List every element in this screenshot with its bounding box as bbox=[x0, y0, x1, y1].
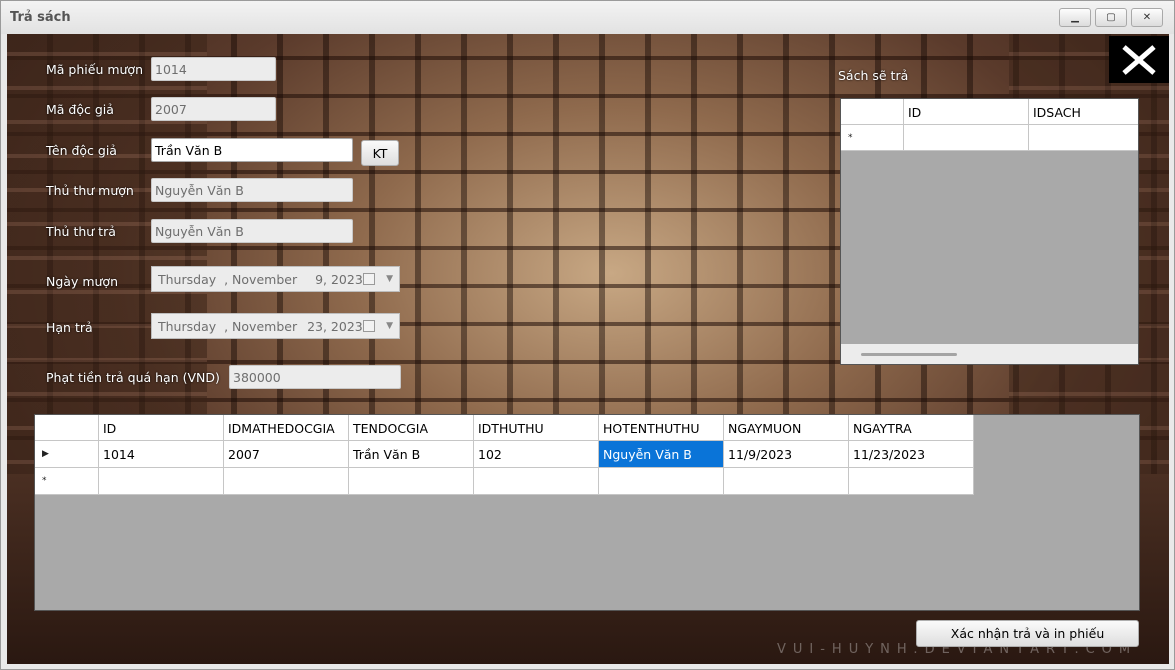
minimize-button[interactable]: ▁ bbox=[1059, 8, 1091, 27]
close-button[interactable]: ✕ bbox=[1131, 8, 1163, 27]
table-cell[interactable]: 1014 bbox=[99, 441, 224, 468]
books-grid[interactable]: ID IDSACH * bbox=[840, 98, 1139, 365]
ma-phieu-muon-field[interactable]: 1014 bbox=[151, 57, 276, 81]
books-grid-header: ID IDSACH bbox=[841, 99, 1138, 125]
table-cell-selected[interactable]: Nguyễn Văn B bbox=[599, 441, 724, 468]
table-cell[interactable]: 11/9/2023 bbox=[724, 441, 849, 468]
column-header[interactable]: IDMATHEDOCGIA bbox=[224, 415, 349, 441]
han-tra-day: Thursday bbox=[158, 319, 217, 334]
column-header[interactable]: ID bbox=[904, 99, 1029, 125]
main-grid-header: ID IDMATHEDOCGIA TENDOCGIA IDTHUTHU HOTE… bbox=[35, 415, 974, 441]
column-header[interactable]: ID bbox=[99, 415, 224, 441]
form-client-area: Mã phiếu mượn 1014 Mã độc giả 2007 Tên đ… bbox=[7, 34, 1169, 664]
han-tra-date: 23, 2023 bbox=[307, 319, 363, 334]
new-row-marker: * bbox=[35, 468, 99, 495]
row-header-corner bbox=[35, 415, 99, 441]
calendar-checkbox-icon[interactable] bbox=[363, 273, 375, 285]
column-header[interactable]: HOTENTHUTHU bbox=[599, 415, 724, 441]
minimize-icon: ▁ bbox=[1071, 11, 1079, 23]
table-cell[interactable] bbox=[99, 468, 224, 495]
column-header[interactable]: TENDOCGIA bbox=[349, 415, 474, 441]
han-tra-datepicker[interactable]: Thursday , November 23, 2023 ▼ bbox=[151, 313, 400, 339]
close-form-button[interactable] bbox=[1109, 36, 1169, 83]
table-row[interactable]: ▶ 1014 2007 Trần Văn B 102 Nguyễn Văn B … bbox=[35, 441, 974, 468]
ngay-muon-month: , November bbox=[224, 272, 298, 287]
table-cell[interactable] bbox=[904, 125, 1029, 151]
current-row-marker: ▶ bbox=[35, 441, 99, 468]
table-cell[interactable]: 102 bbox=[474, 441, 599, 468]
calendar-checkbox-icon[interactable] bbox=[363, 320, 375, 332]
table-cell[interactable]: 11/23/2023 bbox=[849, 441, 974, 468]
ma-doc-gia-field[interactable]: 2007 bbox=[151, 97, 276, 121]
column-header[interactable]: IDSACH bbox=[1029, 99, 1138, 125]
chevron-down-icon[interactable]: ▼ bbox=[386, 321, 393, 331]
ngay-muon-date: 9, 2023 bbox=[315, 272, 363, 287]
table-cell[interactable] bbox=[849, 468, 974, 495]
table-cell[interactable]: 2007 bbox=[224, 441, 349, 468]
thu-thu-tra-label: Thủ thư trả bbox=[46, 224, 116, 239]
close-x-icon bbox=[1122, 44, 1156, 75]
scrollbar-thumb[interactable] bbox=[861, 353, 957, 356]
new-row-marker: * bbox=[841, 125, 904, 151]
phat-tien-label: Phạt tiền trả quá hạn (VND) bbox=[46, 370, 220, 385]
table-row[interactable]: * bbox=[35, 468, 974, 495]
chevron-down-icon[interactable]: ▼ bbox=[386, 274, 393, 284]
table-cell[interactable] bbox=[599, 468, 724, 495]
kt-button[interactable]: KT bbox=[361, 140, 399, 166]
thu-thu-muon-field[interactable]: Nguyễn Văn B bbox=[151, 178, 353, 202]
han-tra-label: Hạn trả bbox=[46, 320, 93, 335]
row-header-corner bbox=[841, 99, 904, 125]
column-header[interactable]: IDTHUTHU bbox=[474, 415, 599, 441]
title-bar: Trả sách ▁ ▢ ✕ bbox=[1, 1, 1174, 34]
ten-doc-gia-label: Tên độc giả bbox=[46, 143, 117, 158]
maximize-button[interactable]: ▢ bbox=[1095, 8, 1127, 27]
phat-tien-field[interactable]: 380000 bbox=[229, 365, 401, 389]
maximize-icon: ▢ bbox=[1106, 11, 1116, 23]
phieu-muon-grid[interactable]: ID IDMATHEDOCGIA TENDOCGIA IDTHUTHU HOTE… bbox=[34, 414, 1140, 611]
table-cell[interactable] bbox=[349, 468, 474, 495]
ngay-muon-day: Thursday bbox=[158, 272, 217, 287]
horizontal-scrollbar[interactable] bbox=[841, 344, 1138, 364]
window-title: Trả sách bbox=[10, 10, 71, 25]
confirm-return-button[interactable]: Xác nhận trả và in phiếu bbox=[916, 620, 1139, 647]
table-cell[interactable] bbox=[224, 468, 349, 495]
ten-doc-gia-field[interactable]: Trần Văn B bbox=[151, 138, 353, 162]
table-cell[interactable]: Trần Văn B bbox=[349, 441, 474, 468]
table-row[interactable]: * bbox=[841, 125, 1138, 151]
thu-thu-tra-field[interactable]: Nguyễn Văn B bbox=[151, 219, 353, 243]
table-cell[interactable] bbox=[724, 468, 849, 495]
sach-se-tra-label: Sách sẽ trả bbox=[838, 68, 909, 83]
thu-thu-muon-label: Thủ thư mượn bbox=[46, 183, 134, 198]
column-header[interactable]: NGAYMUON bbox=[724, 415, 849, 441]
han-tra-month: , November bbox=[224, 319, 298, 334]
ngay-muon-datepicker[interactable]: Thursday , November 9, 2023 ▼ bbox=[151, 266, 400, 292]
ma-doc-gia-label: Mã độc giả bbox=[46, 102, 114, 117]
table-cell[interactable] bbox=[474, 468, 599, 495]
ma-phieu-muon-label: Mã phiếu mượn bbox=[46, 62, 144, 77]
table-cell[interactable] bbox=[1029, 125, 1138, 151]
tra-sach-window: Trả sách ▁ ▢ ✕ Mã phiếu mượn 1014 Mã độc… bbox=[0, 0, 1175, 670]
ngay-muon-label: Ngày mượn bbox=[46, 274, 118, 289]
column-header[interactable]: NGAYTRA bbox=[849, 415, 974, 441]
close-icon: ✕ bbox=[1142, 11, 1152, 23]
